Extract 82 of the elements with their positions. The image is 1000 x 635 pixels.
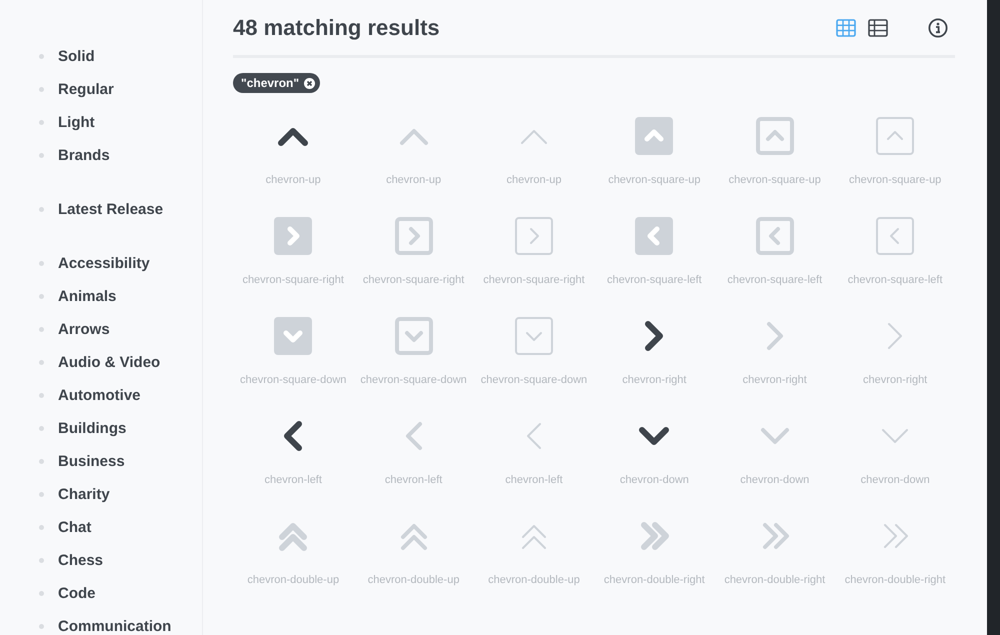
sidebar-item[interactable]: Chat [58, 519, 92, 536]
bullet-dot [39, 459, 44, 464]
icon-label: chevron-right [622, 374, 686, 387]
sidebar-item[interactable]: Charity [58, 486, 110, 503]
icon-label: chevron-left [384, 474, 442, 487]
square-chevron-up-icon[interactable] [634, 116, 674, 156]
sidebar-item[interactable]: Audio & Video [58, 354, 160, 371]
icon-label: chevron-square-left [727, 274, 822, 287]
icon-label: chevron-square-left [848, 274, 943, 287]
filter-tag-label: "chevron" [241, 76, 300, 90]
bullet-dot [39, 54, 44, 59]
icon-label: chevron-square-up [728, 174, 821, 187]
square-chevron-down-icon[interactable] [514, 316, 554, 356]
square-chevron-up-icon[interactable] [875, 116, 916, 156]
bullet-dot [39, 426, 44, 431]
square-chevron-right-icon[interactable] [394, 216, 434, 256]
icon-label: chevron-down [740, 474, 810, 487]
sidebar-item[interactable]: Light [58, 114, 95, 131]
bullet-dot [39, 207, 44, 212]
grid-view-button[interactable] [836, 18, 856, 36]
icon-label: chevron-down [860, 474, 930, 487]
square-chevron-up-icon[interactable] [754, 116, 795, 156]
icon-label: chevron-double-up [247, 574, 340, 587]
bullet-dot [39, 624, 44, 629]
list-view-button[interactable] [868, 18, 888, 36]
sidebar-item[interactable]: Solid [58, 48, 95, 65]
square-chevron-left-icon[interactable] [754, 216, 795, 256]
bullet-dot [39, 558, 44, 563]
square-chevron-down-icon[interactable] [394, 316, 434, 356]
icon-label: chevron-double-up [488, 574, 580, 587]
remove-icon[interactable] [304, 78, 316, 88]
icon-label: chevron-square-right [242, 274, 344, 287]
sidebar-item[interactable]: Code [58, 585, 96, 602]
icon-label: chevron-up [506, 174, 562, 187]
square-chevron-right-icon[interactable] [273, 216, 314, 256]
icon-label: chevron-square-up [848, 174, 942, 187]
icon-label: chevron-left [264, 474, 322, 487]
sidebar-item[interactable]: Brands [58, 147, 110, 164]
bullet-dot [39, 360, 44, 365]
bullet-dot [39, 120, 44, 125]
sidebar-item[interactable]: Animals [58, 288, 116, 305]
sidebar-item[interactable]: Automotive [58, 387, 140, 404]
bullet-dot [39, 153, 44, 158]
results-heading: 48 matching results [233, 14, 440, 40]
icon-label: chevron-square-right [483, 274, 585, 287]
square-chevron-right-icon[interactable] [514, 216, 554, 256]
bullet-dot [39, 393, 44, 398]
bullet-dot [39, 261, 44, 266]
sidebar-item[interactable]: Accessibility [58, 255, 150, 272]
sidebar-item[interactable]: Buildings [58, 420, 126, 437]
square-chevron-left-icon[interactable] [634, 216, 674, 256]
sidebar-item[interactable]: Communication [58, 618, 172, 635]
bullet-dot [39, 591, 44, 596]
icon-label: chevron-double-right [604, 574, 705, 587]
icon-label: chevron-double-up [368, 574, 460, 587]
icon-label: chevron-double-right [844, 574, 946, 587]
icon-label: chevron-down [620, 474, 689, 487]
icon-label: chevron-square-down [240, 374, 346, 387]
sidebar-item[interactable]: Arrows [58, 321, 110, 338]
icon-label: chevron-square-up [608, 174, 701, 187]
icon-label: chevron-left [505, 474, 563, 487]
sidebar-item[interactable]: Latest Release [58, 201, 164, 218]
bullet-dot [39, 294, 44, 299]
icon-label: chevron-double-right [724, 574, 826, 587]
icon-label: chevron-up [266, 174, 321, 187]
info-button[interactable] [928, 18, 948, 38]
icon-label: chevron-square-down [360, 374, 467, 387]
icon-label: chevron-right [863, 374, 928, 387]
bullet-dot [39, 525, 44, 530]
square-chevron-down-icon[interactable] [273, 316, 314, 356]
icon-label: chevron-right [742, 374, 807, 387]
icon-label: chevron-up [386, 174, 442, 187]
icon-label: chevron-square-left [606, 274, 702, 287]
icon-label: chevron-square-down [480, 374, 588, 387]
square-chevron-left-icon[interactable] [875, 216, 916, 256]
sidebar-item[interactable]: Business [58, 453, 125, 470]
icon-label: chevron-square-right [362, 274, 464, 287]
sidebar-item[interactable]: Chess [58, 552, 104, 569]
bullet-dot [39, 327, 44, 332]
bullet-dot [39, 87, 44, 92]
sidebar-item[interactable]: Regular [58, 81, 114, 98]
bullet-dot [39, 492, 44, 497]
